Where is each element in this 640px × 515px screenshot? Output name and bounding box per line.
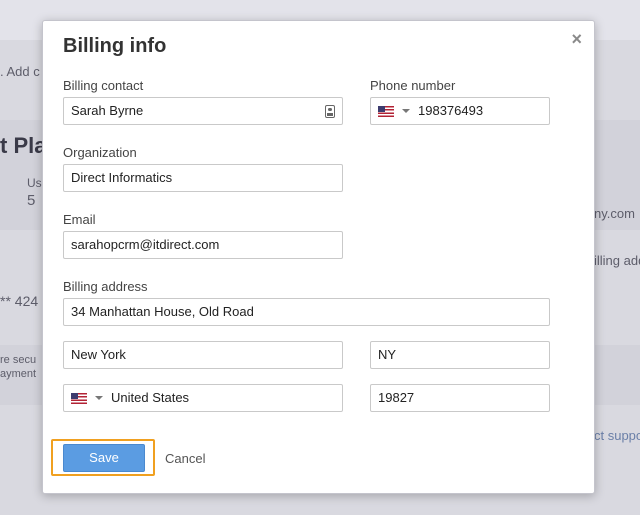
us-flag-icon[interactable] (378, 105, 394, 117)
background-secure-text: re secu (0, 354, 37, 366)
billing-address-value: 34 Manhattan House, Old Road (71, 304, 254, 319)
background-users-label: Us (27, 176, 42, 190)
dialog-title: Billing info (63, 35, 167, 57)
state-field[interactable]: NY (370, 341, 550, 369)
us-flag-icon (71, 392, 87, 404)
billing-address-label: Billing address (63, 279, 148, 294)
phone-number-label: Phone number (370, 78, 456, 93)
city-value: New York (71, 347, 126, 362)
billing-contact-field[interactable]: Sarah Byrne (63, 97, 343, 125)
background-card-text: ** 424 (0, 293, 39, 309)
cancel-link[interactable]: Cancel (165, 451, 205, 466)
billing-info-dialog: Billing info × Billing contact Sarah Byr… (42, 20, 595, 494)
billing-contact-label: Billing contact (63, 78, 144, 93)
background-add-text: . Add c (0, 64, 40, 79)
billing-address-field[interactable]: 34 Manhattan House, Old Road (63, 298, 550, 326)
chevron-down-icon (95, 396, 103, 400)
country-value: United States (111, 390, 190, 405)
background-domain-text: ny.com (594, 206, 635, 221)
city-field[interactable]: New York (63, 341, 343, 369)
zip-code-value: 19827 (378, 390, 415, 405)
email-value: sarahopcrm@itdirect.com (71, 237, 220, 252)
state-value: NY (378, 347, 397, 362)
phone-number-field[interactable]: 198376493 (370, 97, 550, 125)
organization-label: Organization (63, 145, 137, 160)
email-field[interactable]: sarahopcrm@itdirect.com (63, 231, 343, 259)
organization-field[interactable]: Direct Informatics (63, 164, 343, 192)
background-billing-text: illing add (594, 253, 640, 268)
close-icon[interactable]: × (571, 29, 582, 49)
billing-contact-value: Sarah Byrne (71, 103, 144, 118)
background-users-value: 5 (27, 192, 36, 209)
save-button[interactable]: Save (63, 444, 145, 472)
email-label: Email (63, 212, 96, 227)
contact-card-icon[interactable] (325, 104, 335, 118)
phone-number-value: 198376493 (418, 103, 484, 118)
background-payment-text: ayment (0, 368, 37, 380)
country-select[interactable]: United States (63, 384, 343, 412)
organization-value: Direct Informatics (71, 170, 173, 185)
background-support-link: ct suppo (594, 428, 640, 443)
background-plan-heading: t Pla (0, 133, 47, 158)
zip-code-field[interactable]: 19827 (370, 384, 550, 412)
chevron-down-icon[interactable] (402, 109, 410, 113)
